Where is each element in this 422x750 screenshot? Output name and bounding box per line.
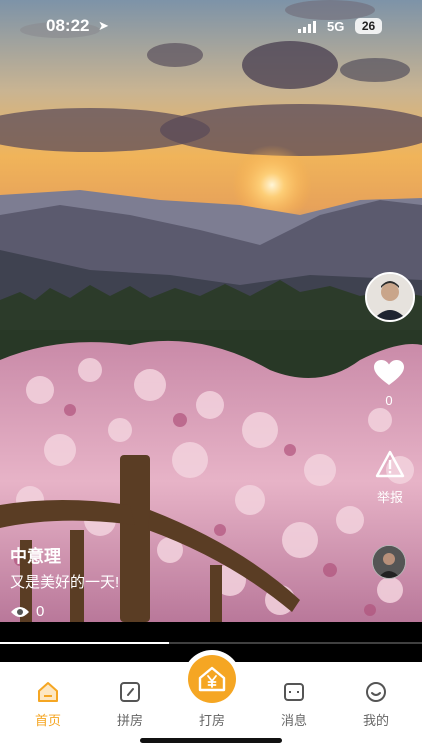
tab-home-label: 首页 (34, 713, 61, 728)
like-button[interactable]: 0 (372, 360, 406, 408)
smile-icon (366, 682, 386, 702)
battery-indicator: 26 (355, 18, 382, 34)
video-progress-track[interactable] (0, 642, 422, 644)
disc-image (373, 546, 405, 578)
video-player[interactable] (0, 0, 422, 622)
tab-book-room[interactable] (188, 655, 236, 703)
video-progress-fill (0, 642, 169, 644)
message-icon (284, 683, 304, 701)
video-frame (0, 0, 422, 622)
edit-icon (120, 682, 140, 702)
tab-mine-label: 我的 (362, 713, 389, 728)
home-indicator (140, 738, 282, 743)
music-disc-avatar[interactable] (372, 545, 406, 579)
like-count: 0 (385, 393, 393, 408)
tab-book-room-label: 打房 (198, 713, 225, 728)
house-yen-icon (198, 666, 226, 692)
author-name[interactable]: 中意理 (10, 542, 61, 567)
avatar-image (367, 274, 413, 320)
warning-icon (375, 450, 405, 478)
report-button[interactable]: 举报 (370, 450, 410, 506)
eye-icon (11, 606, 29, 617)
status-time: 08:22 (46, 16, 90, 35)
tab-mine[interactable]: 我的 (346, 680, 406, 729)
view-count-value: 0 (36, 603, 45, 620)
status-bar: 08:22 ➤ 5G 26 (0, 0, 422, 54)
tab-messages-label: 消息 (280, 713, 307, 728)
tab-share-room-label: 拼房 (116, 713, 143, 728)
location-arrow-icon: ➤ (98, 18, 109, 33)
view-count: 0 (10, 603, 44, 620)
tab-home[interactable]: 首页 (18, 680, 78, 729)
network-type: 5G (327, 19, 345, 34)
author-avatar[interactable] (365, 272, 415, 322)
tab-share-room[interactable]: 拼房 (100, 680, 160, 729)
video-caption: 又是美好的一天! (10, 574, 120, 591)
home-icon (38, 682, 58, 702)
signal-icon (298, 21, 316, 33)
heart-icon (374, 360, 404, 385)
report-label: 举报 (376, 490, 403, 505)
tab-messages[interactable]: 消息 (264, 680, 324, 729)
